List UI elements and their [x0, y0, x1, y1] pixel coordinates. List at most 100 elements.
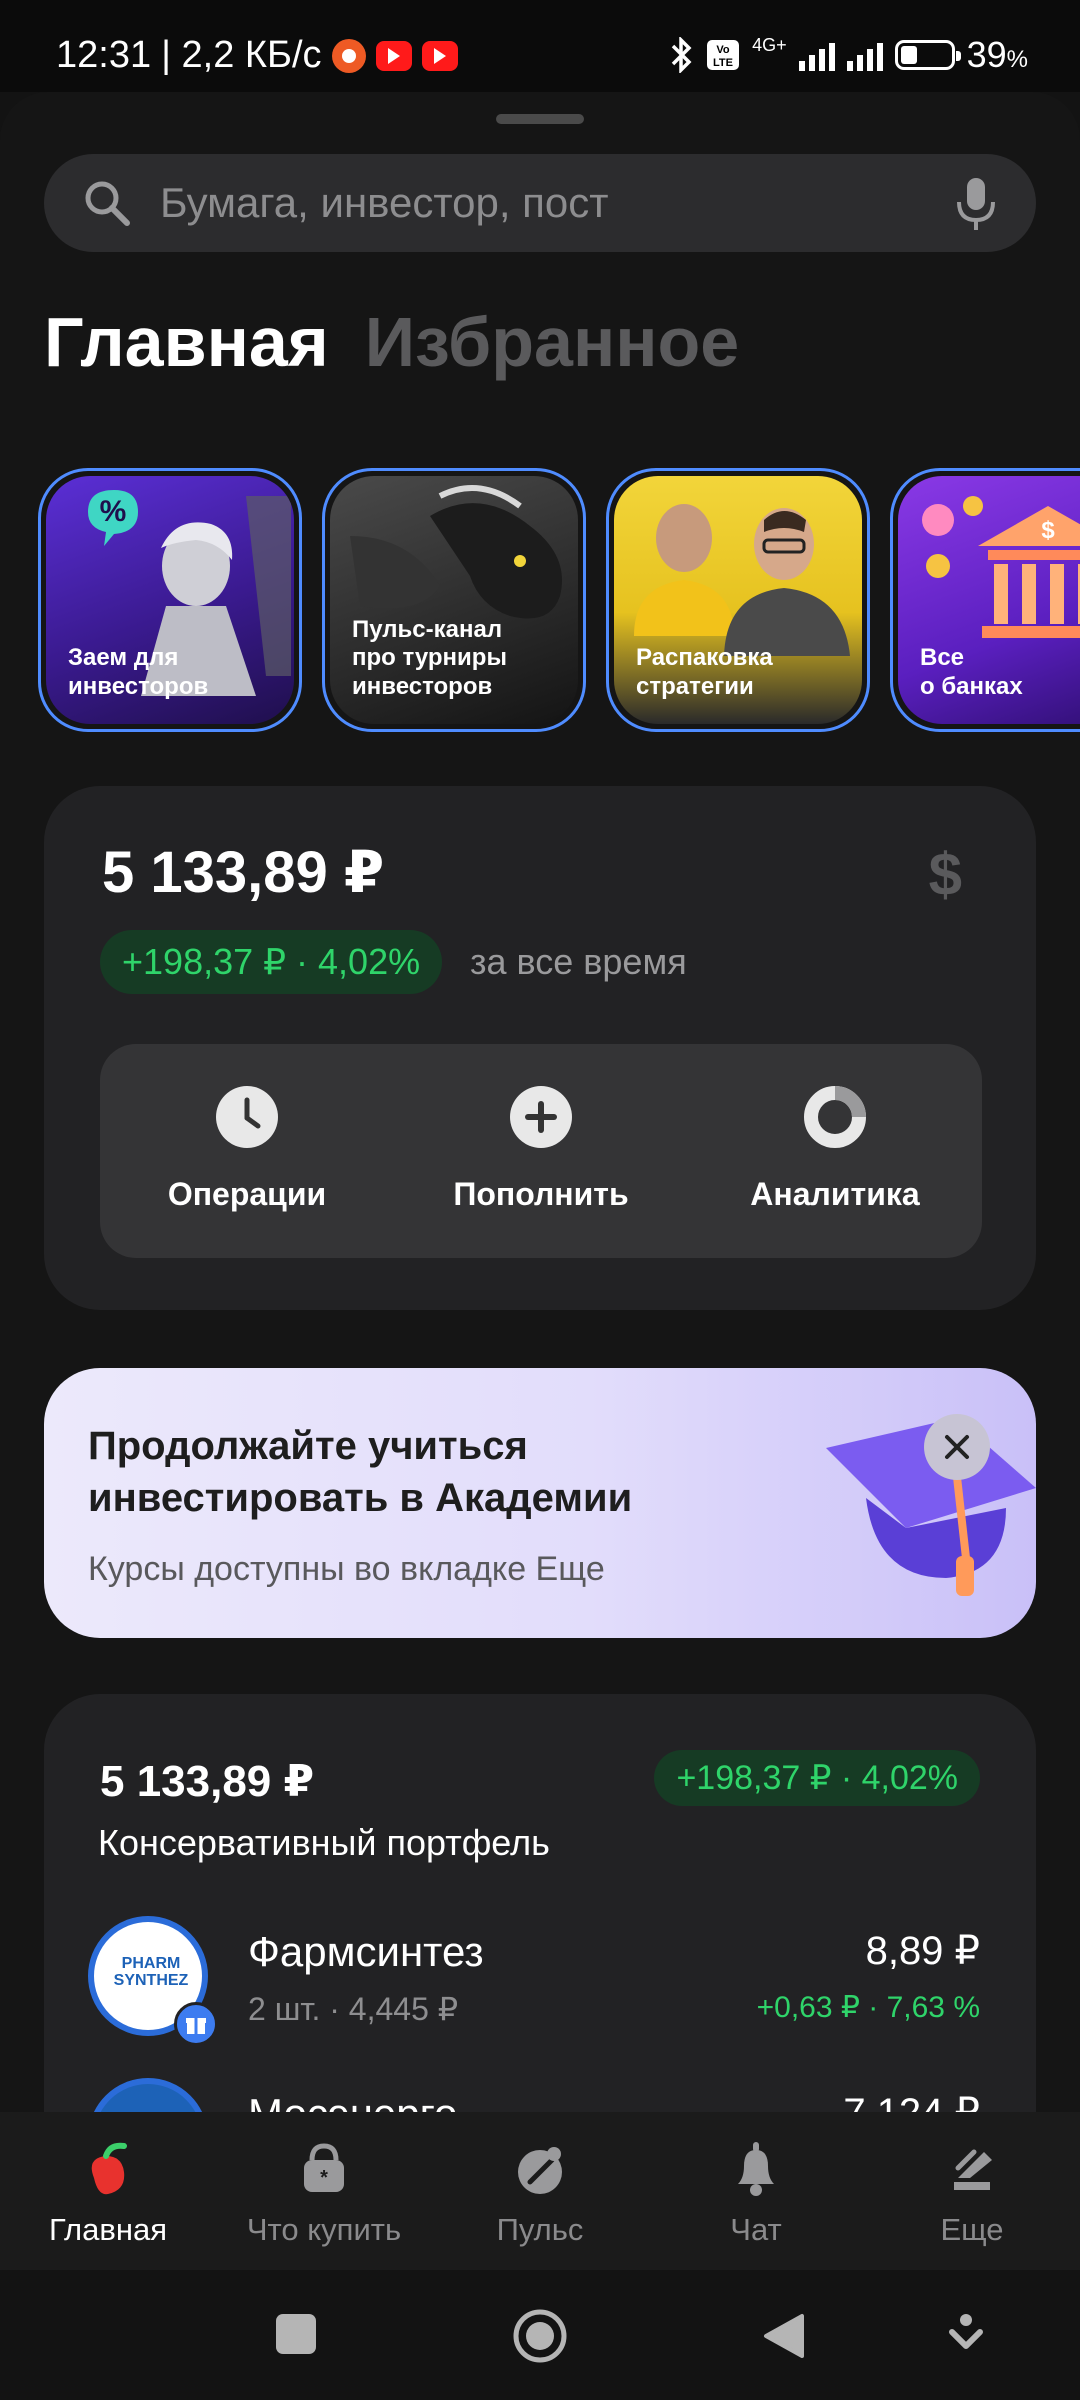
signal-strength-icon [846, 39, 883, 71]
operations-label: Операции [167, 1176, 327, 1212]
portfolio-card: 5 133,89 ₽ $ +198,37 ₽ · 4,02% за все вр… [44, 786, 1036, 1310]
pie-chart-icon [804, 1086, 866, 1148]
story-image: $ Все о банках [898, 476, 1080, 724]
mosenergo-logo [88, 2078, 208, 2112]
search-bar[interactable] [44, 154, 1036, 252]
gain-badge: +198,37 ₽ · 4,02% [654, 1750, 980, 1806]
currency-toggle-button[interactable]: $ [929, 840, 962, 909]
clock: 12:31 [56, 34, 152, 76]
chevron-down-icon [949, 2314, 983, 2349]
tab-home[interactable]: Главная [44, 302, 329, 382]
search-input[interactable] [160, 154, 960, 252]
nav-label: Что купить [246, 2212, 402, 2247]
logo-text: PHARM SYNTHEZ [113, 1955, 189, 1989]
drag-handle[interactable] [496, 114, 584, 124]
bell-icon [738, 2142, 774, 2196]
stories-row: % Заем для инвесторов Пульс-канал про ту… [38, 468, 1080, 732]
story-image: Распаковка стратегии [614, 476, 862, 724]
nav-label: Еще [940, 2212, 1004, 2247]
portfolio-balance[interactable]: 5 133,89 ₽ [102, 838, 384, 906]
story-loan[interactable]: % Заем для инвесторов [38, 468, 302, 732]
academy-banner[interactable]: Продолжайте учиться инвестировать в Акад… [44, 1368, 1036, 1638]
story-label: Заем для инвесторов [68, 644, 209, 701]
position-name: Мосэнерго [248, 2090, 457, 2112]
nav-label: Главная [49, 2212, 167, 2247]
top-up-label: Пополнить [453, 1176, 629, 1212]
status-bar: 12:31 | 2,2 КБ/с Vo LTE 4G+ 39% [0, 0, 1080, 92]
clock-icon [216, 1086, 278, 1148]
nav-label: Чат [730, 2212, 782, 2247]
nav-home[interactable]: Главная [0, 2112, 216, 2270]
recent-apps-button[interactable] [274, 2312, 318, 2361]
position-value: 8,89 ₽ [865, 1929, 980, 1973]
gift-icon [174, 2002, 218, 2046]
plus-icon [510, 1086, 572, 1148]
bottom-navigation: Главная * Что купить Пульс Чат Еще [0, 2112, 1080, 2270]
story-pulse-channel[interactable]: Пульс-канал про турниры инвесторов [322, 468, 586, 732]
analytics-label: Аналитика [750, 1176, 920, 1212]
nav-pulse[interactable]: Пульс [432, 2112, 648, 2270]
operations-button[interactable]: Операции [100, 1044, 394, 1258]
tab-favorites[interactable]: Избранное [365, 302, 740, 382]
square-icon [276, 2314, 316, 2354]
more-icon [954, 2149, 992, 2190]
story-banks[interactable]: $ Все о банках [890, 468, 1080, 732]
bluetooth-icon [671, 37, 692, 73]
story-label: Распаковка стратегии [636, 644, 773, 701]
close-button[interactable] [924, 1414, 990, 1480]
triangle-back-icon [764, 2314, 804, 2358]
action-panel: Операции Пополнить Аналитика [100, 1044, 982, 1258]
banner-subtitle: Курсы доступны во вкладке Еще [88, 1550, 605, 1588]
network-type: 4G+ [752, 35, 787, 55]
svg-text:LTE: LTE [713, 57, 733, 69]
top-up-button[interactable]: Пополнить [394, 1044, 688, 1258]
analytics-button[interactable]: Аналитика [688, 1044, 982, 1258]
shopping-bag-icon: * [304, 2143, 344, 2192]
nav-label: Пульс [496, 2212, 584, 2247]
portfolio-total: 5 133,89 ₽ [100, 1757, 315, 1806]
position-name: Фармсинтез [248, 1928, 484, 1975]
position-row[interactable]: Мосэнерго 7,124 ₽ [88, 2078, 980, 2112]
microphone-icon[interactable] [954, 176, 998, 232]
position-value: 7,124 ₽ [843, 2090, 980, 2112]
svg-text:$: $ [1041, 517, 1055, 544]
nav-more[interactable]: Еще [864, 2112, 1080, 2270]
hide-keyboard-button[interactable] [948, 2312, 984, 2361]
status-bar-left: 12:31 | 2,2 КБ/с [56, 34, 458, 77]
battery-level: 39% [966, 34, 1028, 75]
position-row[interactable]: PHARM SYNTHEZ Фармсинтез 2 шт. · 4,445 ₽… [88, 1916, 980, 2046]
conservative-portfolio-card[interactable]: 5 133,89 ₽ +198,37 ₽ · 4,02% Консерватив… [44, 1694, 1036, 2112]
volte-icon: VoLTE [707, 40, 740, 70]
youtube-icon [375, 40, 412, 71]
back-button[interactable] [762, 2312, 806, 2365]
story-image: % Заем для инвесторов [46, 476, 294, 724]
position-change: +0,63 ₽ · 7,63 % [756, 1991, 980, 2024]
screen-recorder-icon [331, 38, 366, 73]
main-sheet: Главная Избранное % Заем для инвесторов [0, 92, 1080, 2112]
svg-text:*: * [320, 2167, 328, 2189]
banner-title: Продолжайте учиться инвестировать в Акад… [88, 1424, 633, 1520]
portfolio-name: Консервативный портфель [98, 1822, 550, 1863]
pulse-icon [518, 2147, 562, 2194]
story-label: Пульс-канал про турниры инвесторов [352, 615, 507, 701]
search-icon [85, 181, 130, 226]
svg-text:%: % [100, 495, 127, 528]
story-label: Все о банках [920, 644, 1023, 701]
network-speed: | 2,2 КБ/с [161, 34, 322, 76]
close-icon [945, 1435, 969, 1459]
main-tabs: Главная Избранное [44, 302, 739, 382]
youtube-icon [421, 40, 458, 71]
home-button[interactable] [512, 2308, 568, 2369]
nav-chat[interactable]: Чат [648, 2112, 864, 2270]
system-navigation-bar [0, 2270, 1080, 2400]
status-bar-right: Vo LTE 4G+ 39% [670, 34, 1028, 76]
circle-icon [513, 2309, 567, 2363]
gain-period: за все время [470, 941, 687, 982]
story-strategy[interactable]: Распаковка стратегии [606, 468, 870, 732]
story-image: Пульс-канал про турниры инвесторов [330, 476, 578, 724]
graduation-cap-icon [826, 1418, 1036, 1596]
svg-text:Vo: Vo [716, 44, 730, 56]
battery-icon [894, 40, 961, 70]
nav-what-to-buy[interactable]: * Что купить [216, 2112, 432, 2270]
signal-strength-icon [798, 39, 835, 71]
